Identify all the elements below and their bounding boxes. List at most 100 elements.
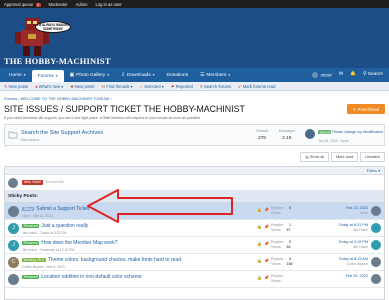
pencil-icon: ✎	[352, 106, 357, 112]
thread-meta: Cortez Bryson · Mar 8, 2023	[22, 264, 65, 269]
chevron-down-icon: ▾	[23, 73, 26, 77]
subnav-reported[interactable]: ⚑Reported	[171, 84, 193, 89]
avatar[interactable]	[371, 257, 381, 267]
main-nav: Home ▾ Forums ▾ ▣ Photo Gallery ▾ ⇩ Downloads…	[0, 68, 389, 82]
admin-link[interactable]: Admin	[76, 2, 88, 7]
nav-members[interactable]: ☰ Members ▾	[194, 68, 236, 82]
thread-stats: Replies: 0 Views:	[271, 206, 291, 215]
thread-last-post[interactable]: Today at 3:19 PM Jim Hutch	[338, 240, 368, 250]
forum-subnav: ✎New posts ●What's new ▾ ✚New posts ☷Fin…	[0, 82, 389, 91]
table-row[interactable]: J Resolved Just a question really Jim Hu…	[5, 220, 384, 237]
flag-icon: ⚑	[170, 83, 175, 89]
thread-stats: Replies: 5 Views: 64	[271, 240, 291, 249]
mark-read-button[interactable]: Mark read	[331, 152, 359, 162]
avatar[interactable]: J	[8, 240, 19, 251]
page-title: SITE ISSUES / SUPPORT TICKET THE HOBBY-M…	[4, 104, 245, 114]
subnav-mark-forums-read[interactable]: ✔Mark forums read	[238, 84, 275, 89]
subforum-last-post[interactable]: Solved Please change my identification	[318, 129, 384, 135]
robot-logo-icon[interactable]	[11, 12, 59, 58]
chevron-down-icon: ▾	[152, 73, 155, 77]
thread-last-post[interactable]: Feb 13, 2023 victor	[346, 206, 368, 216]
bell-icon[interactable]: 🔔	[350, 72, 356, 77]
find-icon: ☷	[101, 83, 106, 89]
lock-icon: 🔒	[257, 241, 262, 246]
download-icon: ⇩	[120, 72, 125, 78]
search-icon: ⚲	[362, 72, 367, 78]
nav-home[interactable]: Home ▾	[3, 68, 32, 82]
site-logo-text[interactable]: THE HOBBY-MACHINIST	[4, 56, 111, 66]
thread-last-post[interactable]: Today at 6:31 PM Jim Hutch	[338, 223, 368, 233]
table-row[interactable]: Sticky Submit a Support Ticket victor · …	[5, 203, 384, 220]
avatar[interactable]	[371, 223, 381, 233]
search-icon: ⚲	[199, 83, 203, 89]
thread-title[interactable]: Sticky Submit a Support Ticket	[22, 206, 89, 212]
search-button[interactable]: ⚲ Search	[363, 72, 383, 77]
thread-prefix-badge: Resolved	[22, 240, 40, 246]
thread-title[interactable]: Working On It Theme colors, background c…	[22, 257, 181, 263]
page-description: If you need technical site support, you …	[4, 116, 202, 120]
check-icon: ✓	[139, 83, 144, 89]
subnav-find-threads[interactable]: ☷Find threads ▾	[101, 84, 132, 89]
avatar[interactable]	[305, 129, 315, 139]
show-all-button[interactable]: ☰ Show all	[300, 152, 330, 162]
subnav-selected[interactable]: ✓Selected ▾	[140, 84, 164, 89]
subnav-new-posts-2[interactable]: ✚New posts	[70, 84, 94, 89]
post-thread-button[interactable]: ✎ Post thread	[347, 104, 385, 114]
subforum-subforums[interactable]: Sub-forums	[21, 138, 39, 142]
thread-list-header: Filters ▾	[5, 167, 384, 175]
subnav-new-posts[interactable]: ✎New posts	[4, 84, 28, 89]
approval-count-badge: 3	[35, 2, 41, 7]
avatar[interactable]	[8, 206, 19, 217]
table-row[interactable]: Resolved Location oddities in non-defaul…	[5, 271, 384, 288]
avatar[interactable]: J	[8, 223, 19, 234]
subnav-whats-new[interactable]: ●What's new ▾	[35, 84, 63, 89]
filters-button[interactable]: Filters ▾	[367, 168, 380, 173]
thread-icons: 🔒 📌	[257, 207, 269, 212]
solved-badge: Solved	[318, 129, 332, 135]
thread-title[interactable]: Resolved How does the Member Map work?	[22, 240, 117, 246]
speech-bubble: I'M ALWAYS MAKING SOMETHING!	[35, 21, 71, 33]
thread-meta: Jim Hutch · Today at 3:32 PM	[22, 230, 67, 235]
thread-meta: Jim Hutch · Yesterday at 12:10 PM	[22, 247, 75, 252]
avatar[interactable]	[371, 240, 381, 250]
subforum-name[interactable]: Search the Site Support Archives	[21, 130, 103, 136]
pin-icon: 📌	[263, 224, 269, 229]
sticky-posts-heading: Sticky Posts:	[5, 191, 384, 203]
avatar[interactable]	[8, 274, 19, 285]
unwatch-button[interactable]: Unwatch	[360, 152, 385, 162]
subnav-search-forums[interactable]: ⚲Search forums	[200, 84, 231, 89]
thread-icons: 🔒 📌	[257, 275, 269, 280]
thread-meta: victor · Mar 11, 2022	[22, 213, 53, 218]
thread-list: Filters ▾ New Ticket Thread title Sticky…	[4, 166, 385, 300]
table-row[interactable]: J Resolved How does the Member Map work?…	[5, 237, 384, 254]
thread-title[interactable]: Resolved Location oddities in non-defaul…	[22, 274, 142, 280]
subforum-row[interactable]: Search the Site Support Archives Sub-for…	[4, 124, 385, 146]
avatar[interactable]	[371, 206, 381, 216]
nav-downloads[interactable]: ⇩ Downloads ▾	[115, 68, 161, 82]
lock-icon: 🔒	[257, 224, 262, 229]
moderator-link[interactable]: Moderator	[49, 2, 68, 7]
thread-last-post[interactable]: Today at 8:15 AM Cortez Bryson	[339, 257, 368, 267]
avatar[interactable]	[371, 274, 381, 284]
thread-stats: Replies: 1 Views: 57	[271, 223, 291, 232]
thread-last-post[interactable]: Feb 25, 2023	[346, 274, 368, 279]
pin-icon: 📌	[263, 207, 269, 212]
thread-prefix-badge: Sticky	[22, 206, 35, 212]
thread-title-input[interactable]: Thread title	[43, 178, 143, 187]
avatar[interactable]: C	[8, 257, 19, 268]
log-in-as-user-link[interactable]: Log in as user	[95, 2, 121, 7]
thread-title[interactable]: Resolved Just a question really	[22, 223, 88, 229]
table-row[interactable]: C Working On It Theme colors, background…	[5, 254, 384, 271]
breadcrumb[interactable]: Forums › WELCOME TO THE HOBBY-MACHINIST …	[4, 96, 112, 101]
prefix-select[interactable]: New Ticket	[22, 179, 43, 185]
site-banner: I'M ALWAYS MAKING SOMETHING! THE HOBBY-M…	[0, 8, 389, 68]
pin-icon: 📌	[263, 275, 269, 280]
lock-icon: 🔒	[257, 275, 262, 280]
thread-stats: Replies: Views:	[271, 274, 284, 283]
user-menu[interactable]: victor	[312, 71, 332, 78]
nav-forums[interactable]: Forums ▾	[31, 70, 64, 82]
inbox-icon[interactable]: ✉	[339, 72, 343, 77]
nav-donations[interactable]: Donations	[161, 68, 195, 82]
approval-queue-link[interactable]: Approval queue 3	[4, 2, 41, 7]
nav-photo-gallery[interactable]: ▣ Photo Gallery ▾	[64, 68, 115, 82]
